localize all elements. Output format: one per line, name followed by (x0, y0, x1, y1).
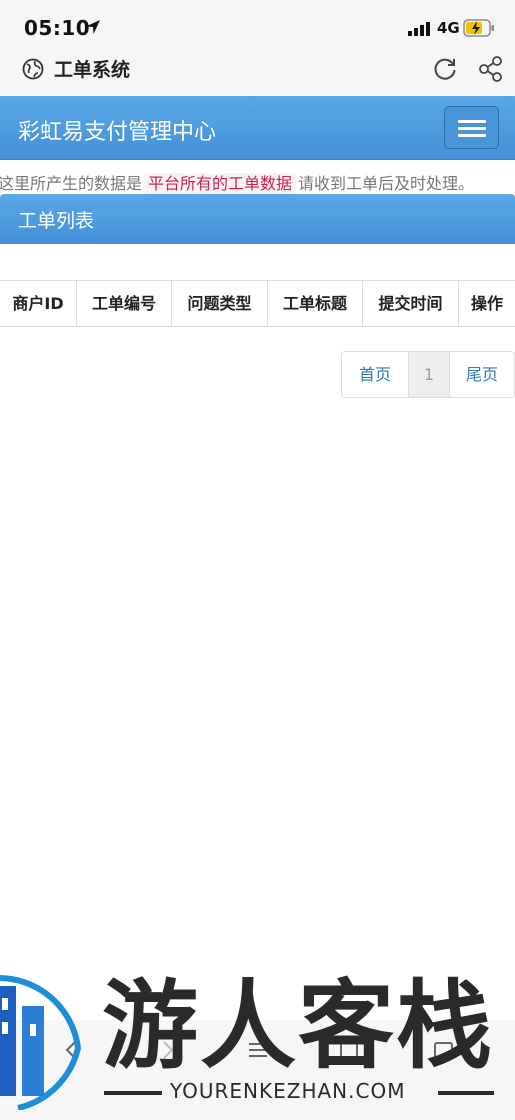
browser-title-bar: 工单系统 (0, 52, 515, 96)
brand-title[interactable]: 彩虹易支付管理中心 (18, 114, 216, 146)
ticket-table: 商户ID 工单编号 问题类型 工单标题 提交时间 操作 (0, 280, 515, 327)
column-header-submit-time: 提交时间 (363, 281, 459, 326)
watermark-text: 游人客栈 (102, 969, 494, 1082)
watermark-line-right (438, 1091, 494, 1095)
signal-icon (408, 22, 430, 36)
watermark-url: YOURENKEZHAN.COM (170, 1079, 406, 1103)
battery-icon (463, 19, 494, 37)
location-arrow-icon (86, 20, 100, 34)
watermark-line-left (104, 1091, 162, 1095)
hamburger-icon-bar (458, 127, 486, 130)
share-icon[interactable] (478, 55, 504, 83)
status-time: 05:10 (24, 16, 91, 40)
network-type: 4G (437, 19, 460, 37)
pagination-last-page[interactable]: 尾页 (449, 351, 515, 398)
notice-suffix: 请收到工单后及时处理。 (298, 174, 475, 193)
panel-title: 工单列表 (18, 210, 95, 232)
app-navbar: 彩虹易支付管理中心 (0, 96, 515, 160)
column-header-merchant-id: 商户ID (0, 281, 77, 326)
watermark-logo-icon (0, 975, 82, 1110)
column-header-ticket-number: 工单编号 (77, 281, 172, 326)
column-header-ticket-title: 工单标题 (268, 281, 363, 326)
notice-highlight: 平台所有的工单数据 (144, 173, 297, 194)
notice-text: 这里所产生的数据是 平台所有的工单数据 请收到工单后及时处理。 (0, 170, 515, 194)
watermark-url-row: YOURENKEZHAN.COM (104, 1076, 494, 1108)
hamburger-icon-bar (458, 134, 486, 137)
status-bar: 05:10 4G (0, 0, 515, 52)
column-header-issue-type: 问题类型 (172, 281, 268, 326)
globe-icon (22, 58, 44, 80)
reload-icon[interactable] (432, 56, 458, 82)
pagination-current-page[interactable]: 1 (408, 351, 450, 398)
notice-prefix: 这里所产生的数据是 (0, 174, 143, 193)
hamburger-icon-bar (458, 120, 486, 123)
page-title: 工单系统 (54, 59, 131, 81)
column-header-actions: 操作 (470, 294, 503, 313)
menu-toggle-button[interactable] (444, 106, 499, 149)
pagination-first-page[interactable]: 首页 (341, 351, 409, 398)
panel-heading: 工单列表 (0, 194, 515, 244)
